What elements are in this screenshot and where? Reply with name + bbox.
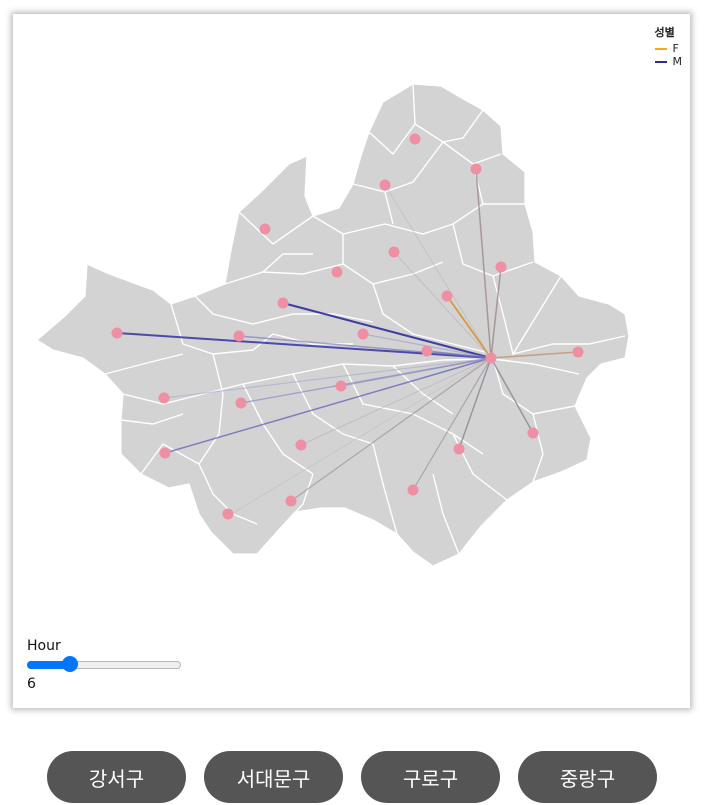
hour-value: 6 <box>27 676 36 692</box>
legend: 성별 F M <box>654 26 683 68</box>
seoul-district-map <box>35 83 630 567</box>
district-point[interactable] <box>295 439 307 451</box>
hour-slider[interactable] <box>27 656 181 672</box>
map-panel: 성별 F M Hour 6 <box>13 14 690 708</box>
legend-label-m: M <box>672 55 683 68</box>
district-point[interactable] <box>453 443 465 455</box>
district-point[interactable] <box>357 328 369 340</box>
legend-title: 성별 <box>654 26 675 39</box>
district-point[interactable] <box>421 345 433 357</box>
district-point[interactable] <box>259 223 271 235</box>
district-point[interactable] <box>233 330 245 342</box>
legend-label-f: F <box>672 42 679 55</box>
district-point[interactable] <box>470 163 482 175</box>
district-button-jungnang[interactable]: 중랑구 <box>518 751 657 803</box>
district-point[interactable] <box>331 266 343 278</box>
district-point[interactable] <box>235 397 247 409</box>
district-point[interactable] <box>222 508 234 520</box>
hour-control: Hour 6 <box>27 638 197 692</box>
district-button-guro[interactable]: 구로구 <box>361 751 500 803</box>
hour-label: Hour <box>27 638 61 654</box>
district-point[interactable] <box>158 392 170 404</box>
district-button-row: 강서구 서대문구 구로구 중랑구 <box>47 751 657 803</box>
legend-item-f: F <box>654 42 683 55</box>
district-point[interactable] <box>159 447 171 459</box>
district-point[interactable] <box>441 290 453 302</box>
legend-swatch-m <box>654 60 667 63</box>
district-point[interactable] <box>277 297 289 309</box>
district-point[interactable] <box>572 346 584 358</box>
slider-thumb[interactable] <box>62 656 79 672</box>
district-point[interactable] <box>111 327 123 339</box>
district-point[interactable] <box>379 179 391 191</box>
district-point[interactable] <box>407 484 419 496</box>
district-button-seodaemun[interactable]: 서대문구 <box>204 751 343 803</box>
district-button-gangseo[interactable]: 강서구 <box>47 751 186 803</box>
district-point[interactable] <box>388 246 400 258</box>
district-point[interactable] <box>495 261 507 273</box>
district-point[interactable] <box>485 352 497 364</box>
district-point[interactable] <box>409 133 421 145</box>
district-point[interactable] <box>527 427 539 439</box>
district-point[interactable] <box>285 495 297 507</box>
legend-item-m: M <box>654 55 683 68</box>
seoul-map <box>35 83 630 567</box>
legend-swatch-f <box>654 47 667 50</box>
district-point[interactable] <box>335 380 347 392</box>
